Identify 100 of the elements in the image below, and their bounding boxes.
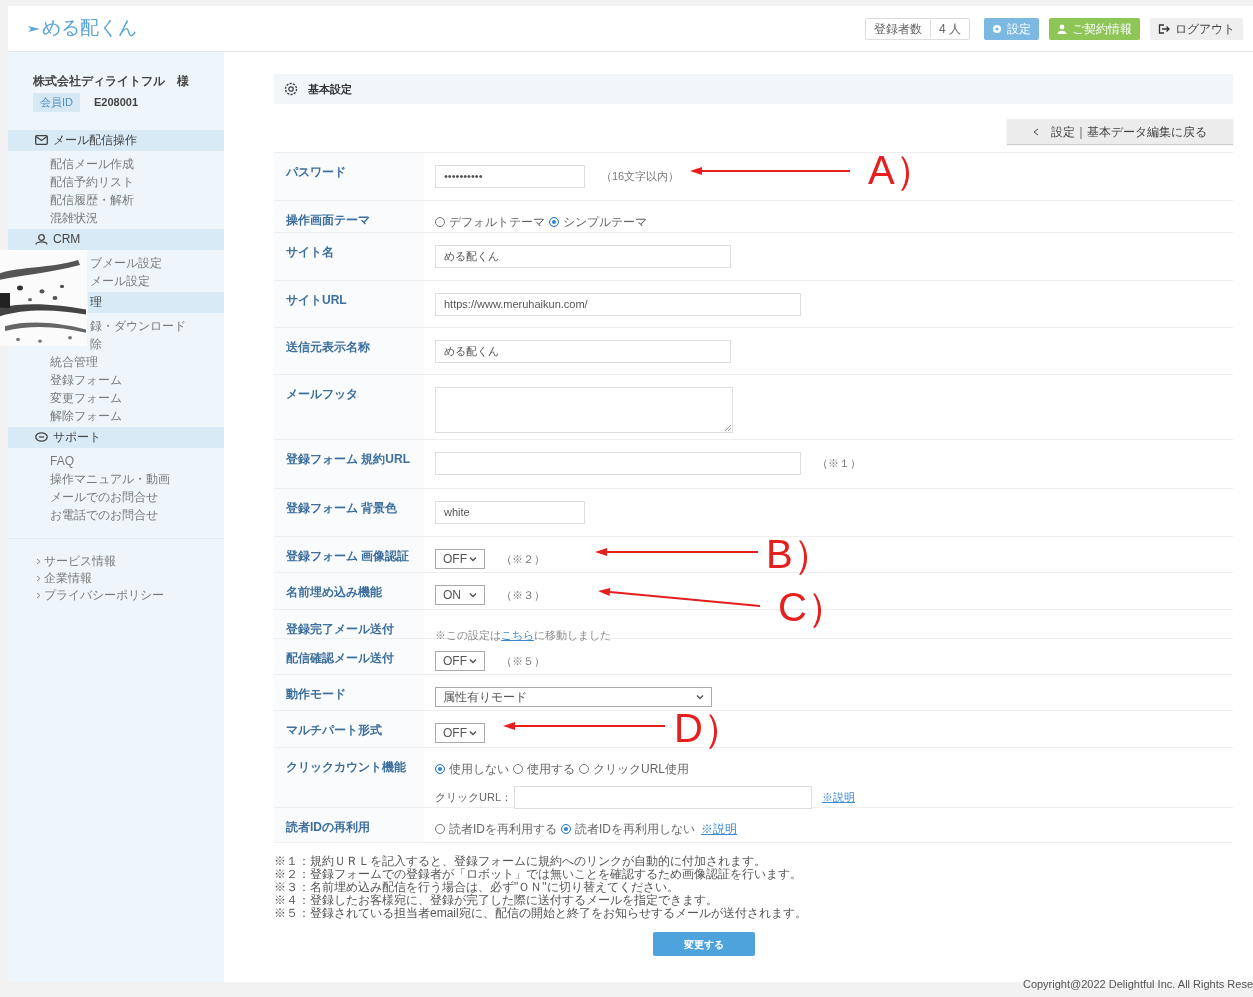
plane-icon bbox=[28, 23, 40, 34]
sidebar-item[interactable]: 録・ダウンロード bbox=[90, 316, 186, 335]
back-button[interactable]: 設定｜基本データ編集に戻る bbox=[1007, 119, 1233, 144]
annotation-label: D） bbox=[674, 705, 743, 752]
person-icon bbox=[1057, 23, 1067, 34]
radio-label: 使用しない bbox=[449, 761, 509, 778]
dropdown[interactable]: OFF bbox=[435, 651, 485, 671]
field-label: サイト名 bbox=[286, 245, 334, 259]
dropdown[interactable]: ON bbox=[435, 585, 485, 605]
sidebar-item[interactable]: 操作マニュアル・動画 bbox=[50, 469, 170, 488]
sidebar-item[interactable]: お電話でのお問合せ bbox=[50, 505, 158, 524]
radio-label: クリックURL使用 bbox=[593, 761, 689, 778]
field-label: メールフッタ bbox=[286, 387, 358, 401]
sidebar-item[interactable]: 配信メール作成 bbox=[50, 154, 134, 173]
sidebar-item[interactable]: 混雑状況 bbox=[50, 208, 98, 227]
field-label: パスワード bbox=[286, 165, 346, 179]
sidebar-item[interactable]: メールでのお問合せ bbox=[50, 487, 158, 506]
sidebar-item[interactable]: FAQ bbox=[50, 451, 74, 470]
input-field[interactable] bbox=[514, 786, 812, 809]
sidebar-item[interactable]: 解除フォーム bbox=[50, 406, 122, 425]
copyright: Copyright@2022 Delightful Inc. All Rights Rese bbox=[1022, 978, 1253, 990]
footer-link[interactable]: プライバシーポリシー bbox=[36, 586, 224, 604]
sidebar-item[interactable]: 配信履歴・解析 bbox=[50, 190, 134, 209]
radio-label: 読者IDを再利用する bbox=[449, 821, 557, 838]
radio-button[interactable] bbox=[435, 824, 445, 834]
company-name: 株式会社ディライトフル 様 bbox=[32, 73, 190, 90]
info-text: ※この設定はこちらに移動しました bbox=[435, 629, 611, 641]
chevron-down-icon bbox=[469, 592, 477, 598]
input-field[interactable]: める配くん bbox=[435, 340, 731, 363]
help-link[interactable]: ※説明 bbox=[822, 789, 855, 806]
chevron-right-icon bbox=[36, 591, 41, 599]
field-label: 登録フォーム 画像認証 bbox=[286, 549, 410, 563]
sidebar-section-header[interactable]: 理 bbox=[88, 291, 224, 313]
sidebar-item[interactable]: 除 bbox=[90, 334, 102, 353]
field-label: クリックURL： bbox=[435, 790, 512, 806]
sidebar-section-header[interactable]: サポート bbox=[8, 426, 224, 448]
submit-button[interactable]: 変更する bbox=[652, 932, 755, 956]
chevron-down-icon bbox=[696, 694, 704, 700]
link[interactable]: こちら bbox=[501, 629, 534, 641]
radio-button[interactable] bbox=[561, 824, 571, 834]
footer-link[interactable]: サービス情報 bbox=[36, 552, 224, 570]
help-link[interactable]: ※説明 bbox=[701, 820, 737, 838]
radio-label: 読者IDを再利用しない bbox=[575, 821, 695, 838]
dropdown[interactable]: 属性有りモード bbox=[435, 687, 712, 707]
footnote: ※１：規約ＵＲＬを記入すると、登録フォームに規約へのリンクが自動的に付加されます。 bbox=[274, 855, 767, 868]
chevron-right-icon bbox=[36, 557, 41, 565]
dropdown[interactable]: OFF bbox=[435, 549, 485, 569]
field-label: 操作画面テーマ bbox=[286, 213, 370, 227]
sidebar-item[interactable]: 登録フォーム bbox=[50, 370, 122, 389]
field-label: 動作モード bbox=[286, 687, 346, 701]
field-label: 読者IDの再利用 bbox=[286, 820, 370, 834]
field-label: 配信確認メール送付 bbox=[286, 651, 394, 665]
radio-button[interactable] bbox=[435, 217, 445, 227]
footnote: ※３：名前埋め込み配信を行う場合は、必ず"ＯＮ"に切り替えてください。 bbox=[274, 881, 680, 894]
dropdown[interactable]: OFF bbox=[435, 723, 485, 743]
input-field[interactable]: める配くん bbox=[435, 245, 731, 268]
footnote: ※５：登録されている担当者email宛に、配信の開始と終了をお知らせするメールが送付されます。 bbox=[274, 907, 808, 920]
mail-icon bbox=[35, 135, 48, 145]
field-label: 登録フォーム 背景色 bbox=[286, 501, 398, 515]
page-title: 基本設定 bbox=[308, 81, 352, 97]
radio-button[interactable] bbox=[435, 764, 445, 774]
note-text: （※１） bbox=[817, 456, 861, 472]
field-label: クリックカウント機能 bbox=[286, 760, 406, 774]
sidebar-section-header[interactable]: CRM bbox=[8, 228, 224, 250]
sidebar-item[interactable]: 変更フォーム bbox=[50, 388, 122, 407]
sidebar-item[interactable]: ブメール設定 bbox=[90, 253, 162, 272]
radio-label: 使用する bbox=[527, 761, 575, 778]
sidebar-section-header[interactable]: メール配信操作 bbox=[8, 129, 224, 151]
annotation-label: C） bbox=[778, 584, 847, 631]
input-field[interactable]: •••••••••• bbox=[435, 165, 585, 188]
gear-icon bbox=[992, 23, 1002, 34]
member-id: E208001 bbox=[94, 95, 139, 110]
input-field[interactable]: https://www.meruhaikun.com/ bbox=[435, 293, 801, 316]
note-text: （※５） bbox=[501, 653, 545, 669]
input-field[interactable]: white bbox=[435, 501, 585, 524]
field-label: 登録完了メール送付 bbox=[286, 622, 394, 636]
radio-button[interactable] bbox=[579, 764, 589, 774]
chevron-right-icon bbox=[36, 574, 41, 582]
note-text: （※２） bbox=[501, 551, 545, 567]
chevron-down-icon bbox=[469, 556, 477, 562]
resize-handle-icon bbox=[725, 425, 731, 431]
footnote: ※２：登録フォームでの登録者が「ロボット」では無いことを確認するため画像認証を行います。 bbox=[274, 868, 803, 881]
field-label: マルチパート形式 bbox=[286, 723, 382, 737]
annotation-label: A） bbox=[868, 147, 935, 194]
person-icon bbox=[35, 233, 48, 245]
field-label: 送信元表示名称 bbox=[286, 340, 370, 354]
radio-button[interactable] bbox=[513, 764, 523, 774]
sidebar-item[interactable]: メール設定 bbox=[90, 271, 150, 290]
input-field[interactable] bbox=[435, 452, 801, 475]
chevron-down-icon bbox=[469, 658, 477, 664]
radio-button[interactable] bbox=[549, 217, 559, 227]
footnote: ※４：登録したお客様宛に、登録が完了した際に送付するメールを指定できます。 bbox=[274, 894, 719, 907]
footer-link[interactable]: 企業情報 bbox=[36, 569, 224, 587]
sidebar-item[interactable]: 統合管理 bbox=[50, 352, 98, 371]
logout-button[interactable]: ログアウト bbox=[1150, 17, 1243, 40]
member-id-badge: 会員ID bbox=[33, 93, 80, 112]
sidebar-item[interactable]: 配信予約リスト bbox=[50, 172, 134, 191]
note-text: （※３） bbox=[501, 587, 545, 603]
radio-label: デフォルトテーマ bbox=[449, 214, 545, 231]
logo[interactable]: める配くん bbox=[28, 14, 137, 43]
